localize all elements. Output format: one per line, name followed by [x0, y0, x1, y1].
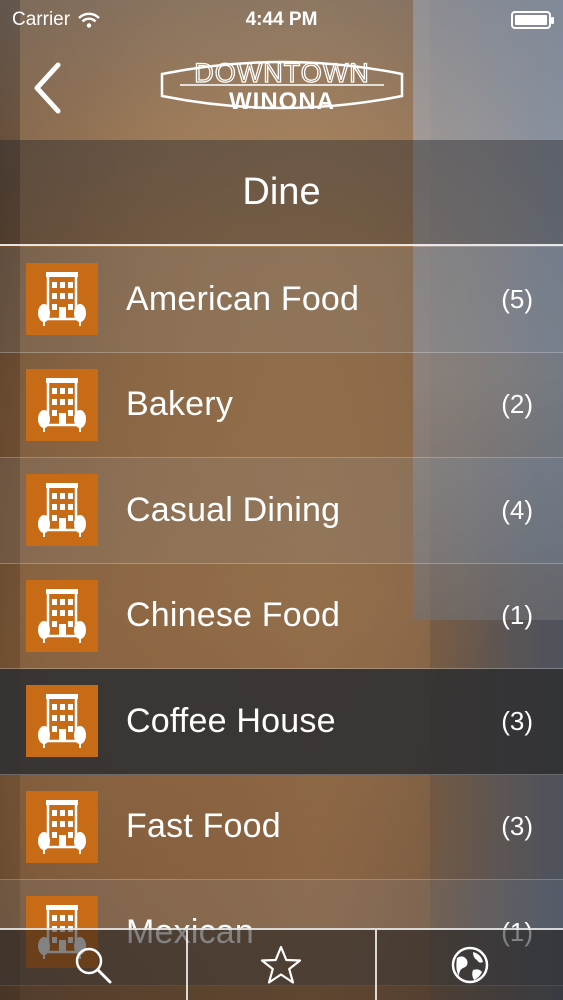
building-thumbnail [26, 685, 98, 758]
building-icon [38, 272, 86, 327]
building-icon [38, 799, 86, 854]
list-item-label: Bakery [126, 385, 234, 424]
carrier-label: Carrier [12, 9, 71, 30]
category-list: American Food (5) Bakery (2) Casual Dini… [0, 247, 563, 986]
building-icon [38, 483, 86, 538]
globe-icon [451, 946, 489, 984]
list-item[interactable]: Casual Dining (4) [0, 458, 563, 564]
section-header: Dine [0, 140, 563, 246]
list-item[interactable]: Bakery (2) [0, 352, 563, 458]
tab-explore[interactable] [377, 930, 563, 1000]
building-icon [38, 377, 86, 432]
logo-text-bottom: WINONA [229, 88, 335, 115]
building-thumbnail [26, 263, 98, 336]
tab-bar [0, 928, 563, 1000]
status-left: Carrier [12, 9, 100, 31]
page-title: Dine [242, 170, 321, 213]
list-item[interactable]: American Food (5) [0, 247, 563, 353]
list-item-count: (5) [501, 283, 533, 314]
list-item-label: Fast Food [126, 807, 281, 846]
list-item-count: (4) [501, 494, 533, 525]
chevron-left-icon [34, 62, 61, 114]
back-button[interactable] [22, 58, 72, 118]
building-thumbnail [26, 368, 98, 441]
list-item-selected[interactable]: Coffee House (3) [0, 669, 563, 775]
wifi-icon [78, 12, 100, 28]
logo-text-top: DOWNTOWN [194, 58, 369, 88]
list-item-count: (1) [501, 600, 533, 631]
status-bar: Carrier 4:44 PM [0, 0, 563, 40]
building-icon [38, 694, 86, 749]
list-item-count: (2) [501, 389, 533, 420]
tab-favorites[interactable] [188, 930, 377, 1000]
list-item-count: (3) [501, 705, 533, 736]
list-item-label: Coffee House [126, 701, 336, 740]
list-item-label: Chinese Food [126, 596, 341, 635]
tab-search[interactable] [0, 930, 189, 1000]
list-item-label: Casual Dining [126, 490, 341, 529]
building-thumbnail [26, 579, 98, 652]
list-item-count: (3) [501, 811, 533, 842]
star-icon [261, 945, 302, 984]
nav-bar: DOWNTOWN WINONA [0, 40, 563, 140]
building-icon [38, 588, 86, 643]
list-item[interactable]: Fast Food (3) [0, 774, 563, 880]
list-item-label: American Food [126, 279, 360, 318]
search-icon [75, 947, 112, 984]
list-item[interactable]: Chinese Food (1) [0, 563, 563, 669]
building-thumbnail [26, 474, 98, 547]
battery-icon [511, 11, 554, 29]
downtown-winona-logo: DOWNTOWN WINONA [158, 52, 406, 118]
building-thumbnail [26, 790, 98, 863]
